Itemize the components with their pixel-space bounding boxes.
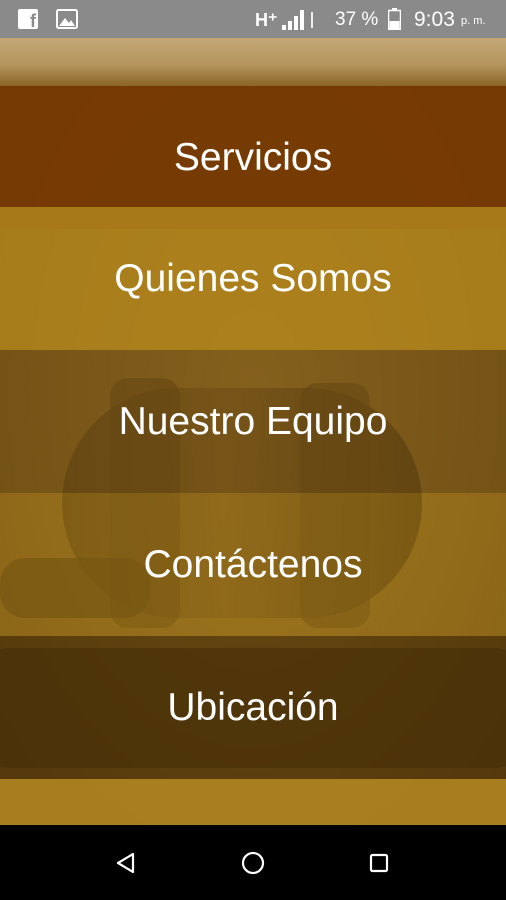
bottom-banner-strip bbox=[0, 779, 506, 825]
home-button[interactable] bbox=[235, 845, 271, 881]
menu-item-ubicacion[interactable]: Ubicación bbox=[0, 636, 506, 779]
app-content: Servicios Quienes Somos Nuestro Equipo C… bbox=[0, 38, 506, 825]
recent-apps-button[interactable] bbox=[361, 845, 397, 881]
menu-item-quienes-somos[interactable]: Quienes Somos bbox=[0, 207, 506, 350]
menu-item-label: Contáctenos bbox=[143, 542, 363, 586]
back-triangle-icon bbox=[116, 852, 135, 874]
menu-item-label: Nuestro Equipo bbox=[118, 399, 388, 443]
facebook-icon: f bbox=[18, 9, 38, 31]
signal-bars-icon bbox=[282, 10, 304, 30]
battery-icon bbox=[388, 8, 401, 30]
menu-item-label: Servicios bbox=[173, 135, 333, 179]
menu-item-label: Quienes Somos bbox=[114, 256, 392, 300]
clock-suffix: p. m. bbox=[461, 15, 486, 27]
navigation-bar bbox=[0, 825, 506, 900]
battery-percent: 37 % bbox=[335, 9, 379, 30]
top-banner-strip bbox=[0, 38, 506, 86]
menu-item-nuestro-equipo[interactable]: Nuestro Equipo bbox=[0, 350, 506, 493]
status-bar: f H⁺ 37 % 9:03 p. m. bbox=[0, 0, 506, 38]
recent-apps-square-icon bbox=[369, 853, 389, 873]
data-activity-icon bbox=[311, 12, 313, 28]
clock-time: 9:03 bbox=[414, 8, 455, 31]
menu-item-label: Ubicación bbox=[167, 685, 339, 729]
menu-item-contactenos[interactable]: Contáctenos bbox=[0, 493, 506, 636]
home-circle-icon bbox=[241, 851, 265, 875]
phone-screen: f H⁺ 37 % 9:03 p. m. Servicios Quienes S… bbox=[0, 0, 506, 900]
network-type-label: H⁺ bbox=[255, 10, 278, 30]
facebook-glyph: f bbox=[30, 11, 36, 31]
image-icon bbox=[56, 9, 78, 29]
back-button[interactable] bbox=[108, 845, 144, 881]
